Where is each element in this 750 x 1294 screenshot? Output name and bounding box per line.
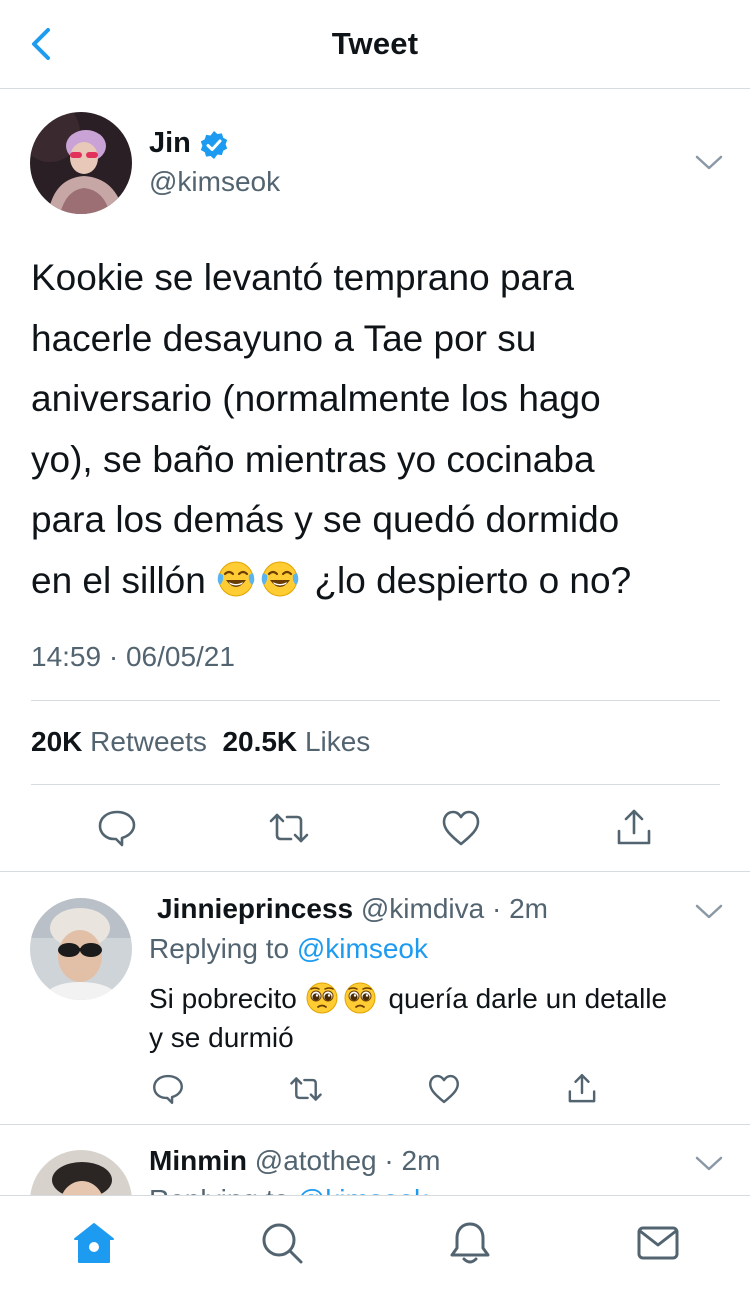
reply-icon[interactable] xyxy=(96,807,138,849)
author-name[interactable]: Jin xyxy=(149,127,191,160)
tweet-text-line: hacerle desayuno a Tae por su xyxy=(31,317,537,359)
tweet-text-line: para los demás y se quedó dormido xyxy=(31,499,620,540)
tweet-text-segment: en el sillón xyxy=(31,559,206,601)
pleading-face-emoji-icon xyxy=(306,982,338,1014)
like-heart-icon[interactable] xyxy=(440,807,482,849)
tweet-text: Kookie se levantó temprano para hacerle … xyxy=(31,248,721,611)
replying-to: Replying to @kimseok xyxy=(149,1184,428,1195)
retweets-count[interactable]: 20K xyxy=(31,726,82,757)
top-nav-bar: Tweet xyxy=(0,0,750,89)
tweet-text-segment: ¿lo despierto o no? xyxy=(314,559,632,601)
bottom-tab-bar xyxy=(0,1195,750,1294)
chevron-down-icon[interactable] xyxy=(694,153,724,173)
verified-badge-icon xyxy=(200,131,228,159)
reply-handle-time[interactable]: @atotheg · 2m xyxy=(255,1145,441,1176)
tweet-text-line: aniversario (normalmente los hago xyxy=(31,378,601,419)
reply-header: Jinnieprincess @kimdiva · 2m xyxy=(157,893,548,925)
tweet-text-line: Kookie se levantó temprano para xyxy=(31,257,575,298)
home-icon[interactable] xyxy=(71,1220,117,1266)
chevron-down-icon[interactable] xyxy=(694,902,724,922)
replying-to-mention[interactable]: @kimseok xyxy=(297,933,428,964)
reply-text: Si pobrecito quería darle un detalle y s… xyxy=(149,979,729,1057)
share-icon[interactable] xyxy=(613,807,655,849)
retweets-label[interactable]: Retweets xyxy=(90,726,207,757)
reply-text-segment: Si pobrecito xyxy=(149,983,297,1014)
search-icon[interactable] xyxy=(259,1220,305,1266)
tweet-detail-screen: Tweet Jin @kimseok Kookie se levantó tem… xyxy=(0,0,750,1294)
author-handle[interactable]: @kimseok xyxy=(149,166,280,198)
replying-to: Replying to @kimseok xyxy=(149,933,428,965)
divider xyxy=(0,871,750,872)
tweet-timestamp[interactable]: 14:59 · 06/05/21 xyxy=(31,641,235,673)
replying-to-mention[interactable]: @kimseok xyxy=(297,1184,428,1195)
divider xyxy=(31,700,720,701)
pleading-face-emoji-icon xyxy=(344,982,376,1014)
reply-avatar[interactable] xyxy=(30,898,132,1000)
engagement-stats: 20K Retweets 20.5K Likes xyxy=(31,726,370,758)
reply-header: Minmin @atotheg · 2m xyxy=(149,1145,440,1177)
share-icon[interactable] xyxy=(565,1072,599,1106)
tweet-text-line: yo), se baño mientras yo cocinaba xyxy=(31,438,595,480)
messages-mail-icon[interactable] xyxy=(635,1220,681,1266)
like-heart-icon[interactable] xyxy=(427,1072,461,1106)
notifications-bell-icon[interactable] xyxy=(447,1220,493,1266)
reply-text-segment: quería darle un detalle xyxy=(388,983,668,1014)
replying-to-label: Replying to xyxy=(149,1184,289,1195)
page-title: Tweet xyxy=(331,26,419,61)
tears-of-joy-emoji-icon xyxy=(261,561,299,596)
likes-label[interactable]: Likes xyxy=(305,726,370,757)
retweet-icon[interactable] xyxy=(289,1072,323,1106)
chevron-down-icon[interactable] xyxy=(694,1154,724,1174)
likes-count[interactable]: 20.5K xyxy=(222,726,297,757)
reply-text-segment: y se durmió xyxy=(149,1022,294,1053)
retweet-icon[interactable] xyxy=(268,807,310,849)
divider xyxy=(31,784,720,785)
reply-author-name[interactable]: Minmin xyxy=(149,1145,247,1176)
author-avatar[interactable] xyxy=(30,112,132,214)
reply-author-name[interactable]: Jinnieprincess xyxy=(157,893,353,924)
tears-of-joy-emoji-icon xyxy=(217,561,255,596)
divider xyxy=(0,1124,750,1125)
replying-to-label: Replying to xyxy=(149,933,290,964)
reply-icon[interactable] xyxy=(151,1072,185,1106)
tweet-text-line: en el sillón ¿lo despierto o no? xyxy=(31,551,721,612)
reply-handle-time[interactable]: @kimdiva · 2m xyxy=(361,893,548,924)
